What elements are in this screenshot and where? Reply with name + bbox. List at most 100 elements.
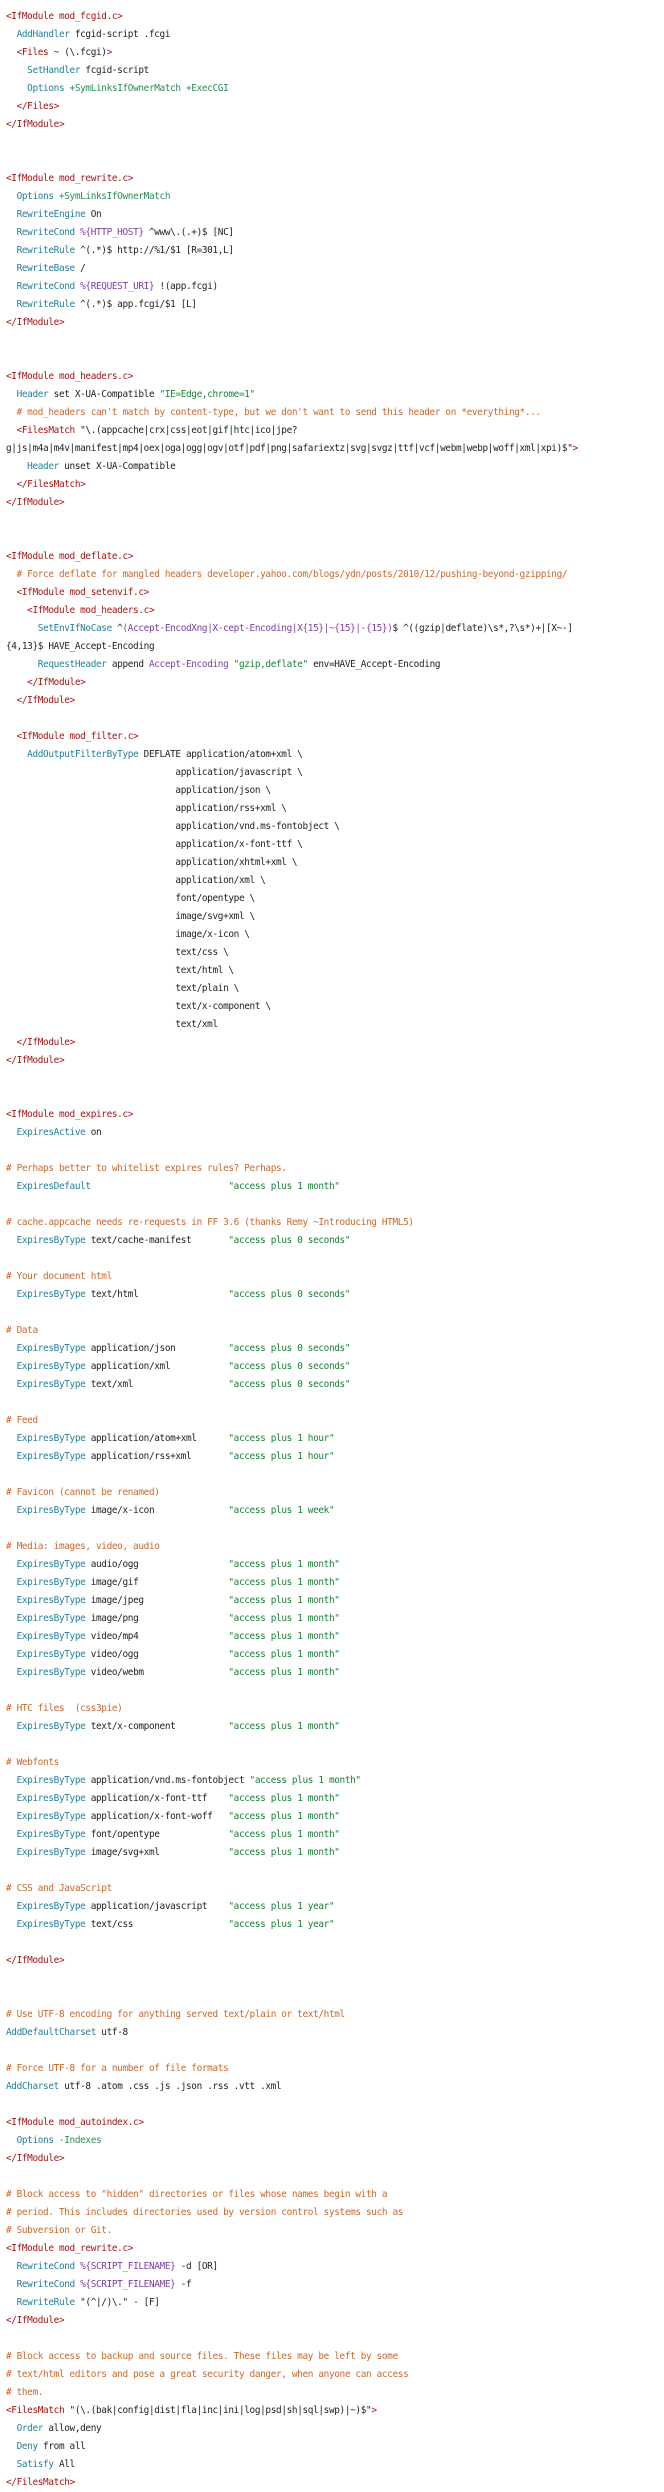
code-token: </IfModule> [6, 119, 65, 130]
code-line: application/x-font-ttf \ [6, 836, 664, 854]
code-line: Order allow,deny [6, 2420, 664, 2438]
code-token: RewriteCond [6, 281, 76, 292]
code-token: application/vnd.ms-fontobject [85, 1775, 250, 1786]
code-token: <Files [6, 47, 49, 58]
code-line: # Favicon (cannot be renamed) [6, 1484, 664, 1502]
code-line: {4,13}$ HAVE_Accept-Encoding [6, 638, 664, 656]
code-token: "access plus 1 year" [228, 1901, 335, 1912]
code-token: </FilesMatch> [6, 2477, 75, 2488]
code-token: # HTC files (css3pie) [6, 1703, 123, 1714]
code-token: "\.(appcache|crx|css|eot|gif|htc|ico|jpe… [74, 425, 298, 436]
code-token: env=HAVE_Accept-Encoding [307, 659, 441, 670]
code-line: # Your document html [6, 1268, 664, 1286]
code-token: "access plus 1 month" [228, 1847, 340, 1858]
code-token: All [53, 2459, 75, 2470]
code-token: application/xml [85, 1361, 229, 1372]
code-line: <IfModule mod_headers.c> [6, 602, 664, 620]
code-token: utf-8 .atom .css .js .json .rss .vtt .xm… [58, 2081, 282, 2092]
code-token: video/webm [85, 1667, 229, 1678]
code-token: application/javascript \ [6, 767, 303, 778]
code-token: RewriteRule [6, 299, 76, 310]
code-line: </IfModule> [6, 692, 664, 710]
code-line: Header unset X-UA-Compatible [6, 458, 664, 476]
code-token: ExpiresByType [6, 1721, 86, 1732]
code-token: </FilesMatch> [6, 479, 86, 490]
code-token: "access plus 1 month" [228, 1649, 340, 1660]
code-token: application/x-font-ttf \ [6, 839, 303, 850]
code-line: application/vnd.ms-fontobject \ [6, 818, 664, 836]
code-token: </IfModule> [6, 1955, 65, 1966]
code-line: </IfModule> [6, 1952, 664, 1970]
code-token: "access plus 1 month" [228, 1793, 340, 1804]
code-line: RewriteRule "(^|/)\." - [F] [6, 2294, 664, 2312]
code-token: "access plus 1 year" [228, 1919, 335, 1930]
code-token: text/plain \ [6, 983, 239, 994]
code-token: -Indexes [53, 2135, 102, 2146]
code-token: +SymLinksIfOwnerMatch [53, 191, 171, 202]
code-line: ExpiresByType font/opentype "access plus… [6, 1826, 664, 1844]
code-line: ExpiresByType text/html "access plus 0 s… [6, 1286, 664, 1304]
code-token: </IfModule> [6, 317, 65, 328]
code-line: <IfModule mod_autoindex.c> [6, 2114, 664, 2132]
code-token: text/html [85, 1289, 229, 1300]
code-token: ^(.*)$ app.fcgi/$1 [L] [74, 299, 197, 310]
code-line: ExpiresByType application/x-font-ttf "ac… [6, 1790, 664, 1808]
code-token: application/x-font-ttf [85, 1793, 229, 1804]
code-token: Accept-Encoding [148, 659, 229, 670]
code-line: # HTC files (css3pie) [6, 1700, 664, 1718]
code-token: ExpiresByType [6, 1613, 86, 1624]
code-token: AddOutputFilterByType [6, 749, 139, 760]
code-line: ExpiresByType image/svg+xml "access plus… [6, 1844, 664, 1862]
code-token: DEFLATE application/atom+xml \ [138, 749, 303, 760]
code-line: # Webfonts [6, 1754, 664, 1772]
code-token: ExpiresByType [6, 1919, 86, 1930]
code-line: AddHandler fcgid-script .fcgi [6, 26, 664, 44]
code-token: Satisfy [6, 2459, 54, 2470]
code-token: </IfModule> [6, 497, 65, 508]
code-token: ExpiresByType [6, 1595, 86, 1606]
code-token: "access plus 1 hour" [228, 1451, 335, 1462]
code-line: AddDefaultCharset utf-8 [6, 2024, 664, 2042]
code-token: append [106, 659, 149, 670]
code-line: RewriteCond %{SCRIPT_FILENAME} -f [6, 2276, 664, 2294]
code-line: ExpiresByType application/x-font-woff "a… [6, 1808, 664, 1826]
code-token: fcgid-script .fcgi [69, 29, 171, 40]
code-token: (Accept-EncodXng|X-cept-Encoding|X{15}|~… [122, 623, 393, 634]
code-token: # cache.appcache needs re-requests in FF… [6, 1217, 414, 1228]
code-line: # text/html editors and pose a great sec… [6, 2366, 664, 2384]
code-token: "access plus 0 seconds" [228, 1289, 351, 1300]
code-line: <IfModule mod_deflate.c> [6, 548, 664, 566]
code-line: ExpiresByType image/gif "access plus 1 m… [6, 1574, 664, 1592]
code-token: ExpiresByType [6, 1793, 86, 1804]
code-token: allow,deny [43, 2423, 102, 2434]
code-token: <IfModule mod_setenvif.c> [6, 587, 150, 598]
code-line: </FilesMatch> [6, 2474, 664, 2492]
code-token: Header [6, 461, 59, 472]
code-token: RewriteCond [6, 227, 76, 238]
code-token: # mod_headers can't match by content-typ… [6, 407, 541, 418]
code-line: g|js|m4a|m4v|manifest|mp4|oex|oga|ogg|og… [6, 440, 664, 458]
code-token: # CSS and JavaScript [6, 1883, 112, 1894]
code-token: "access plus 1 month" [228, 1559, 340, 1570]
code-line: </IfModule> [6, 674, 664, 692]
code-line: application/javascript \ [6, 764, 664, 782]
code-line: <IfModule mod_filter.c> [6, 728, 664, 746]
code-line: </IfModule> [6, 1034, 664, 1052]
code-line: <IfModule mod_setenvif.c> [6, 584, 664, 602]
code-token: RewriteBase [6, 263, 76, 274]
code-line: Satisfy All [6, 2456, 664, 2474]
code-line: Options +SymLinksIfOwnerMatch [6, 188, 664, 206]
code-token: "(\.(bak|config|dist|fla|inc|ini|log|psd… [64, 2405, 372, 2416]
code-token: text/x-component \ [6, 1001, 271, 1012]
code-token: %{HTTP_HOST} [74, 227, 144, 238]
code-line: # Force deflate for mangled headers deve… [6, 566, 664, 584]
code-token: !(app.fcgi) [154, 281, 219, 292]
code-line: </IfModule> [6, 2312, 664, 2330]
code-line: Deny from all [6, 2438, 664, 2456]
code-token: ExpiresByType [6, 1631, 86, 1642]
